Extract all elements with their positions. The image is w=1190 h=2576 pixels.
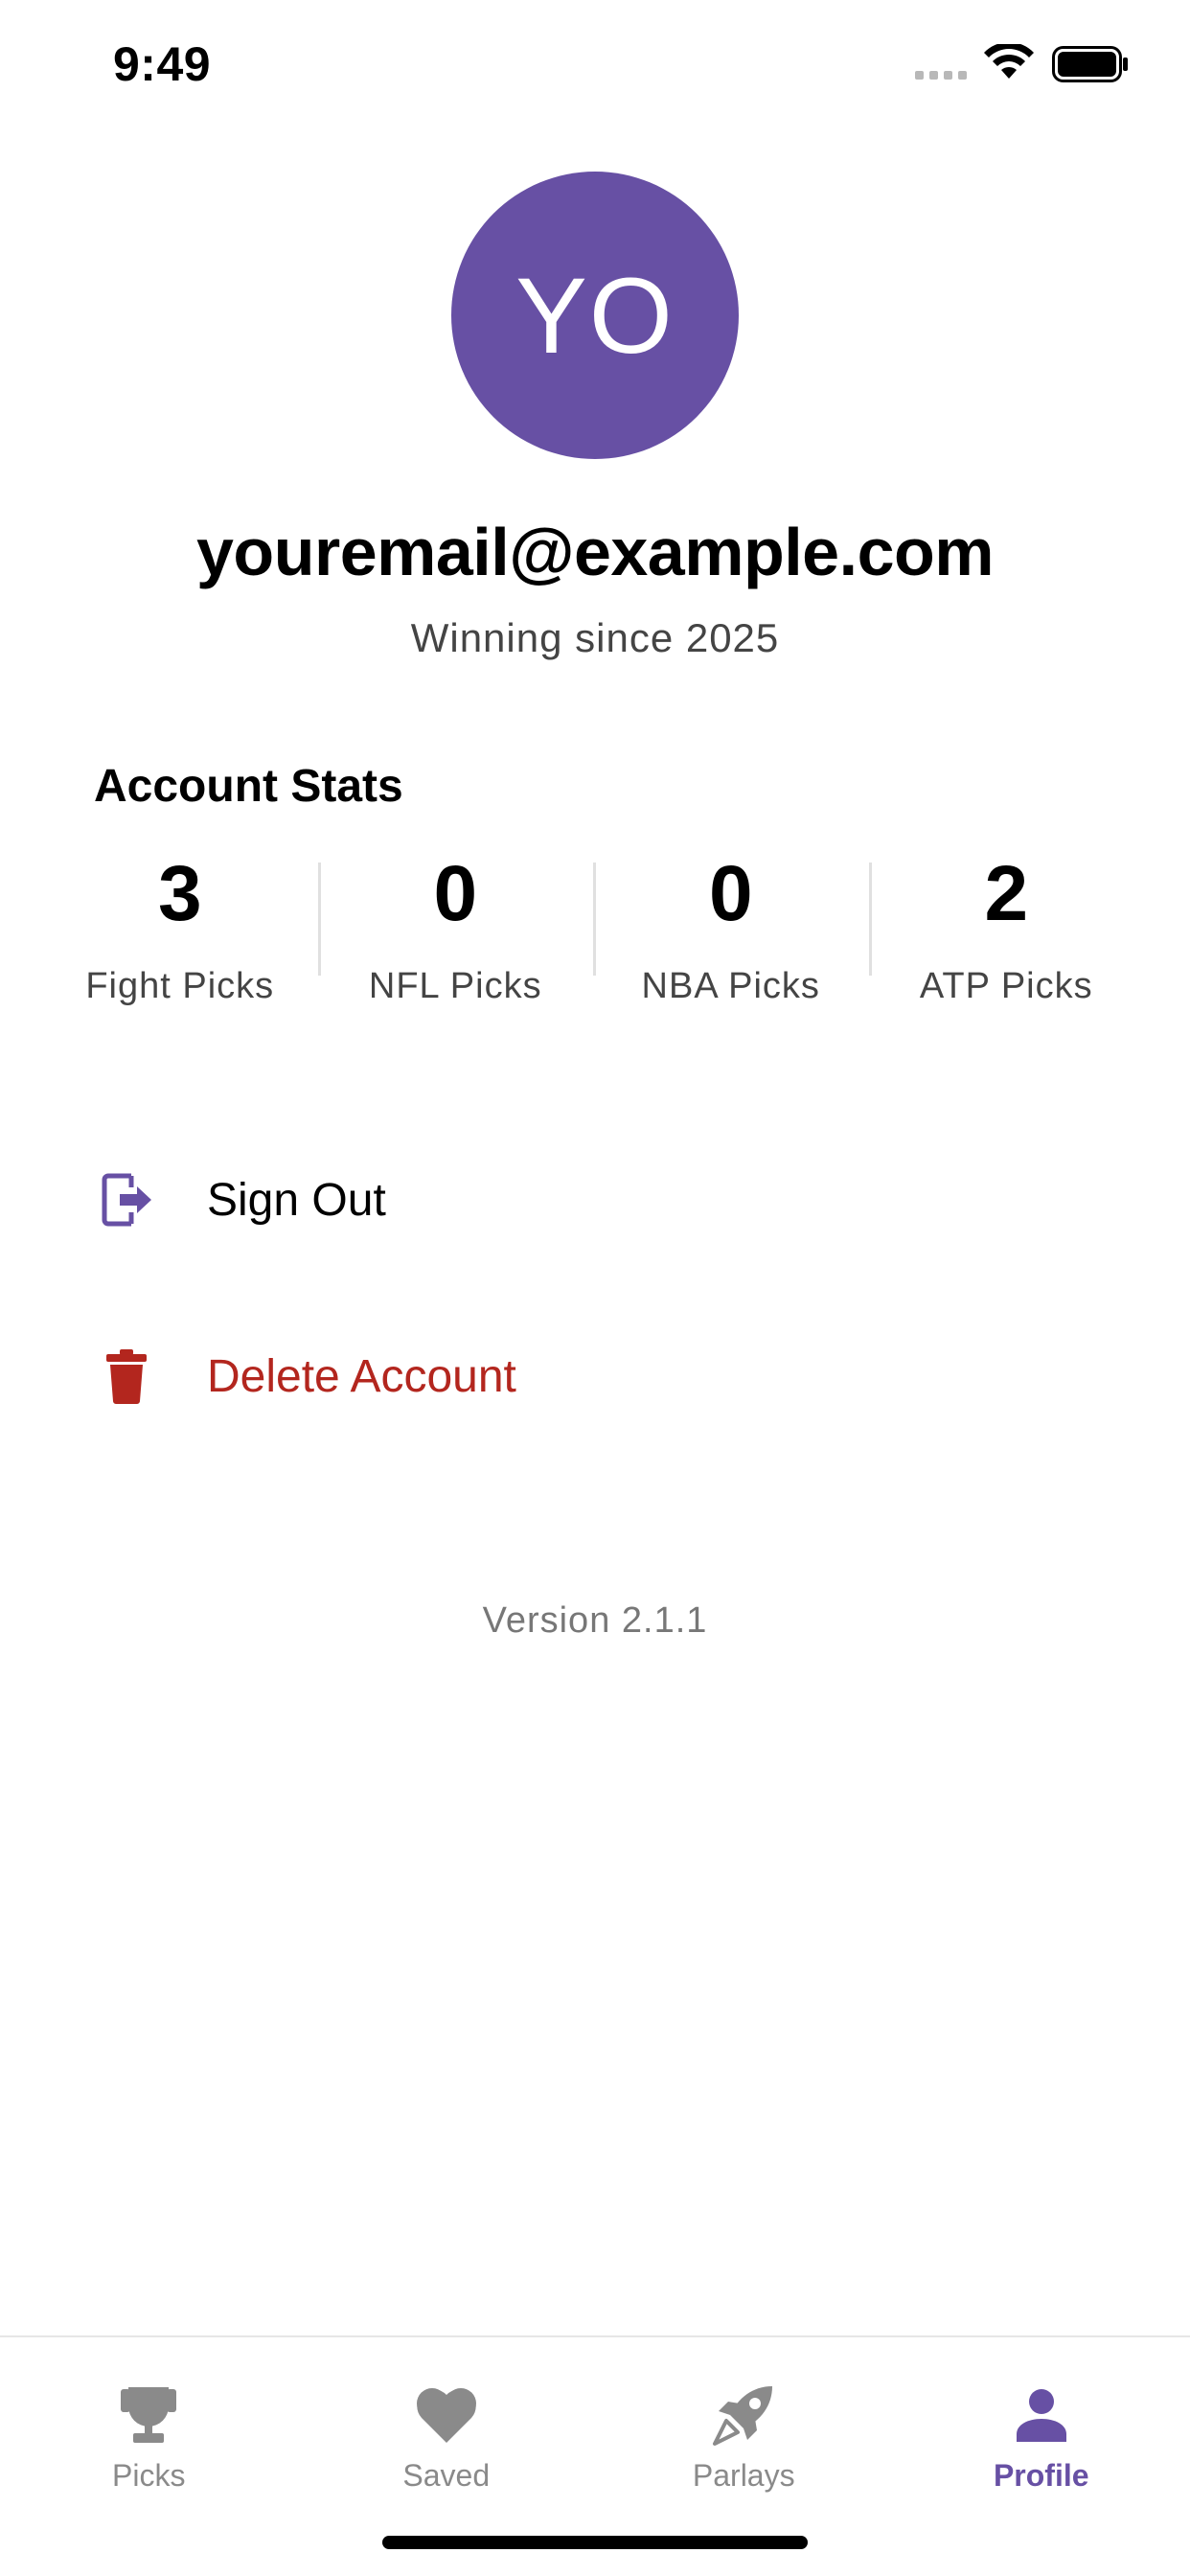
status-bar: 9:49 — [0, 0, 1190, 134]
app-version: Version 2.1.1 — [482, 1600, 708, 1641]
stat-label: NBA Picks — [641, 966, 820, 1006]
tab-label: Picks — [112, 2458, 186, 2493]
avatar: YO — [451, 172, 739, 459]
profile-screen: 9:49 YO youremail@example.com Winning si… — [0, 0, 1190, 2576]
user-email: youremail@example.com — [196, 515, 995, 589]
stat-value: 0 — [708, 850, 753, 937]
account-stats-title: Account Stats — [94, 761, 403, 812]
sign-out-button[interactable]: Sign Out — [94, 1142, 860, 1257]
trash-icon — [94, 1344, 159, 1409]
stat-label: Fight Picks — [85, 966, 275, 1006]
tab-label: Saved — [402, 2458, 491, 2493]
delete-account-label: Delete Account — [207, 1350, 516, 1402]
tab-picks[interactable]: Picks — [0, 2337, 298, 2576]
home-indicator[interactable] — [382, 2536, 808, 2549]
status-time: 9:49 — [113, 37, 212, 91]
heart-icon — [414, 2381, 479, 2449]
stat-value: 0 — [433, 850, 478, 937]
trophy-icon — [117, 2381, 180, 2449]
stat-nba-picks: 0 NBA Picks — [593, 834, 869, 1006]
avatar-initials: YO — [515, 255, 675, 376]
account-stats-row: 3 Fight Picks 0 NFL Picks 0 NBA Picks 2 … — [42, 834, 1145, 1007]
stat-atp-picks: 2 ATP Picks — [868, 834, 1145, 1006]
stat-label: NFL Picks — [368, 966, 542, 1006]
cellular-signal-icon — [915, 71, 967, 80]
tab-profile[interactable]: Profile — [893, 2337, 1190, 2576]
wifi-icon — [984, 44, 1034, 79]
tab-label: Parlays — [692, 2458, 795, 2493]
stat-value: 2 — [984, 850, 1029, 937]
tab-label: Profile — [993, 2458, 1089, 2493]
stat-value: 3 — [157, 850, 202, 937]
delete-account-button[interactable]: Delete Account — [94, 1319, 860, 1434]
member-since-text: Winning since 2025 — [410, 615, 780, 660]
sign-out-label: Sign Out — [207, 1174, 386, 1226]
battery-icon — [1052, 46, 1128, 82]
stat-nfl-picks: 0 NFL Picks — [317, 834, 594, 1006]
logout-icon — [94, 1167, 159, 1232]
stat-label: ATP Picks — [919, 966, 1093, 1006]
rocket-icon — [711, 2381, 776, 2449]
person-icon — [1013, 2381, 1070, 2449]
stat-fight-picks: 3 Fight Picks — [42, 834, 318, 1007]
